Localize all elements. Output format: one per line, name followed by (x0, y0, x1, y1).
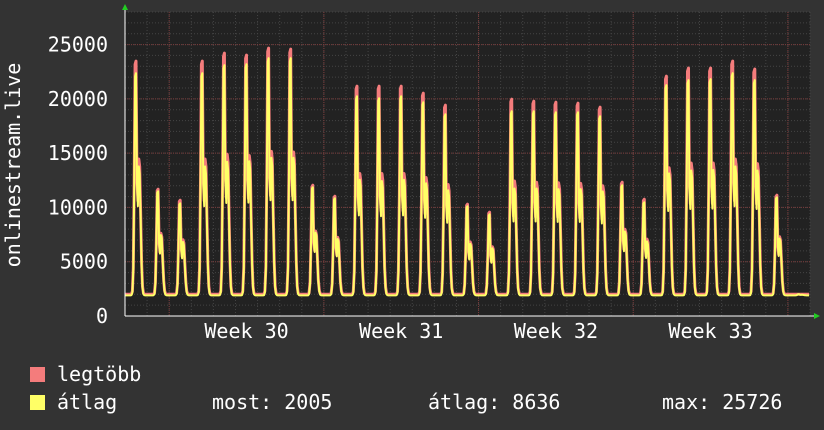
y-tick-labels: 0 5000 10000 15000 20000 25000 (48, 33, 108, 328)
x-tick-label: Week 32 (514, 319, 598, 343)
y-axis-arrow (122, 4, 128, 10)
x-tick-label: Week 33 (668, 319, 752, 343)
traffic-chart: 0 5000 10000 15000 20000 25000 Week 30 Week 31… (1, 4, 820, 343)
legend-item-avg: átlag (30, 390, 117, 414)
stat-current: most: 2005 (212, 390, 333, 414)
x-axis-arrow (814, 313, 820, 319)
x-tick-label: Week 31 (359, 319, 443, 343)
x-tick-label: Week 30 (204, 319, 288, 343)
y-tick-label: 15000 (48, 141, 108, 165)
y-tick-label: 10000 (48, 195, 108, 219)
x-tick-labels: Week 30 Week 31 Week 32 Week 33 (204, 319, 752, 343)
y-tick-label: 25000 (48, 33, 108, 57)
y-tick-label: 5000 (60, 250, 108, 274)
y-tick-label: 20000 (48, 87, 108, 111)
y-axis-label: onlinestream.live (1, 63, 25, 268)
y-tick-label: 0 (96, 304, 108, 328)
legend-swatch-avg (30, 394, 45, 410)
legend-label-max: legtöbb (57, 362, 142, 386)
legend-swatch-max (30, 366, 45, 382)
legend-label-avg: átlag (57, 390, 118, 414)
legend-item-max: legtöbb (30, 362, 141, 386)
stat-average: átlag: 8636 (428, 390, 561, 414)
stat-max: max: 25726 (662, 390, 783, 414)
